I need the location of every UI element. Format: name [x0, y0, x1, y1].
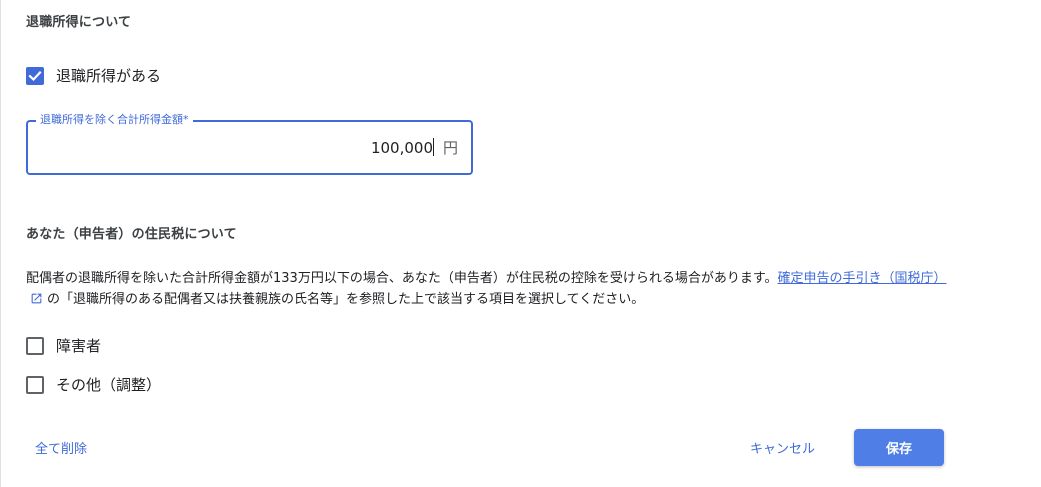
cancel-button[interactable]: キャンセル [750, 438, 815, 457]
retirement-income-form: 退職所得について 退職所得がある 退職所得を除く合計所得金額* 円 あなた（申告… [0, 0, 1041, 487]
save-button[interactable]: 保存 [854, 429, 944, 466]
external-link-icon[interactable] [30, 292, 43, 305]
total-income-field[interactable]: 退職所得を除く合計所得金額* 円 [26, 113, 473, 175]
has-retirement-income-checkbox[interactable] [26, 66, 44, 85]
disability-checkbox[interactable] [26, 336, 44, 355]
total-income-input[interactable] [53, 135, 433, 161]
left-divider [0, 0, 1, 487]
text-caret [433, 138, 434, 156]
resident-tax-description: 配偶者の退職所得を除いた合計所得金額が133万円以下の場合、あなた（申告者）が住… [26, 268, 956, 310]
description-text-before-link: 配偶者の退職所得を除いた合計所得金額が133万円以下の場合、あなた（申告者）が住… [26, 271, 778, 286]
other-adjustment-label: その他（調整） [56, 376, 162, 394]
has-retirement-income-checkbox-row[interactable]: 退職所得がある [26, 65, 161, 86]
total-income-field-label: 退職所得を除く合計所得金額* [36, 113, 193, 127]
currency-unit: 円 [442, 139, 458, 157]
resident-tax-section-title: あなた（申告者）の住民税について [26, 227, 237, 242]
retirement-section-title: 退職所得について [26, 15, 132, 30]
tax-guide-link[interactable]: 確定申告の手引き（国税庁） [778, 271, 947, 286]
other-adjustment-checkbox-row[interactable]: その他（調整） [26, 374, 161, 395]
description-text-after-link: の「退職所得のある配偶者又は扶養親族の氏名等」を参照した上で該当する項目を選択し… [47, 292, 645, 307]
disability-checkbox-row[interactable]: 障害者 [26, 335, 101, 356]
clear-all-button[interactable]: 全て削除 [35, 438, 87, 457]
check-icon [28, 70, 42, 81]
has-retirement-income-label: 退職所得がある [56, 67, 162, 85]
other-adjustment-checkbox[interactable] [26, 375, 44, 394]
disability-label: 障害者 [56, 337, 102, 355]
